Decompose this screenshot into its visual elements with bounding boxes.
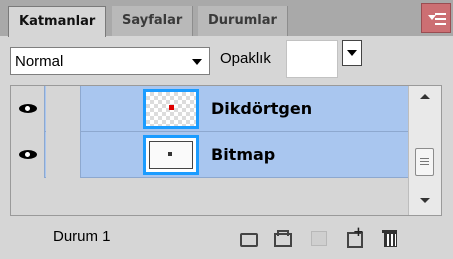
layer-row-bitmap[interactable]: Bitmap [11, 132, 409, 178]
link-layers-icon[interactable] [238, 229, 258, 247]
thumbnail-content [149, 141, 193, 169]
layers-panel: Katmanlar Sayfalar Durumlar Normal Opakl… [0, 0, 453, 259]
opacity-input[interactable] [286, 40, 338, 78]
tab-layers[interactable]: Katmanlar [8, 6, 107, 37]
tab-pages[interactable]: Sayfalar [112, 6, 194, 36]
tab-states[interactable]: Durumlar [198, 6, 288, 36]
scrollbar[interactable] [408, 86, 441, 215]
layer-name: Dikdörtgen [211, 99, 313, 118]
visibility-toggle[interactable] [11, 86, 45, 132]
blend-mode-value: Normal [15, 53, 64, 70]
delete-icon[interactable] [381, 229, 399, 247]
opacity-dropdown-button[interactable] [342, 40, 362, 66]
add-mask-icon [310, 229, 328, 246]
panel-menu-icon [435, 13, 446, 25]
chevron-down-icon [192, 59, 202, 65]
status-text: Durum 1 [53, 228, 111, 245]
blend-mode-select[interactable]: Normal [10, 47, 210, 75]
scroll-up-icon[interactable] [420, 94, 430, 99]
layer-name: Bitmap [211, 145, 276, 164]
layer-list: Dikdörtgen Bitmap [10, 85, 442, 216]
opacity-label: Opaklık [220, 50, 271, 67]
layer-row-dikdortgen[interactable]: Dikdörtgen [11, 86, 409, 132]
eye-icon [19, 150, 37, 159]
chevron-down-icon [347, 50, 357, 56]
new-layer-icon[interactable] [346, 225, 364, 248]
tab-bar: Katmanlar Sayfalar Durumlar [0, 0, 453, 37]
layer-thumbnail [143, 89, 199, 129]
layer-thumbnail [143, 135, 199, 175]
panel-menu-button[interactable] [421, 3, 451, 33]
visibility-toggle[interactable] [11, 132, 45, 178]
eye-icon [19, 104, 37, 113]
thumbnail-content [169, 105, 174, 110]
layer-lock-cell[interactable] [46, 86, 81, 132]
scroll-thumb[interactable] [415, 148, 434, 176]
layer-lock-cell[interactable] [46, 132, 81, 178]
scroll-down-icon[interactable] [420, 198, 430, 203]
new-group-icon[interactable] [272, 229, 292, 247]
